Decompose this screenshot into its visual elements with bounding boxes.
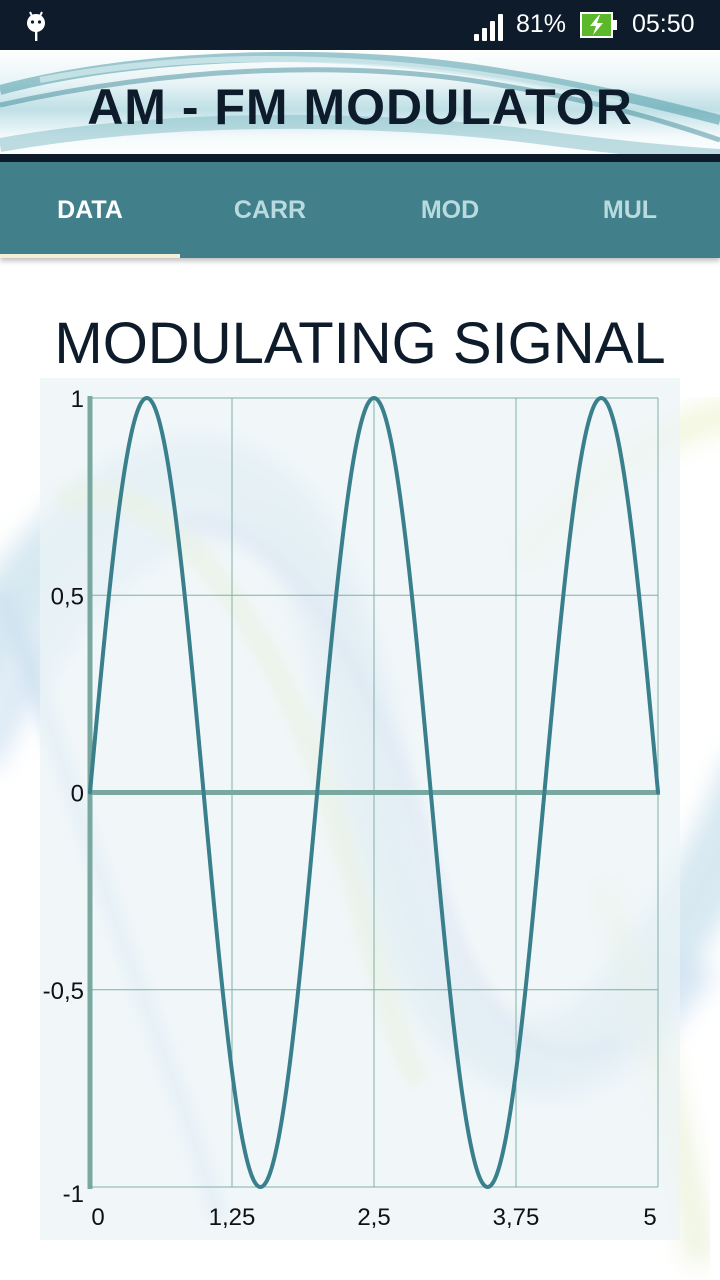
- tab-carr[interactable]: CARR: [180, 162, 360, 258]
- y-tick-label: -1: [63, 1181, 84, 1208]
- modulating-signal-chart: 0 1,25 2,5 3,75 5 1 0,5 0 -0,5 -1: [43, 386, 660, 1231]
- android-debug-icon: [27, 11, 45, 41]
- x-tick-label: 0: [91, 1204, 104, 1231]
- clock: 05:50: [632, 10, 695, 38]
- battery-charging-icon: [580, 12, 617, 38]
- x-tick-label: 1,25: [209, 1204, 256, 1231]
- tab-bar: DATA CARR MOD MUL: [0, 162, 720, 258]
- y-tick-label: 1: [71, 386, 84, 413]
- status-bar: 81% 05:50: [0, 0, 720, 50]
- tab-mul[interactable]: MUL: [540, 162, 720, 258]
- tick-labels: 0 1,25 2,5 3,75 5 1 0,5 0 -0,5 -1: [43, 386, 657, 1231]
- tab-mod[interactable]: MOD: [360, 162, 540, 258]
- battery-percent: 81%: [516, 10, 567, 38]
- y-tick-label: 0,5: [51, 583, 84, 610]
- app-title: AM - FM MODULATOR: [87, 79, 633, 135]
- cell-signal-icon: [474, 14, 503, 41]
- x-tick-label: 3,75: [493, 1204, 540, 1231]
- x-tick-label: 2,5: [357, 1204, 390, 1231]
- banner-divider: [0, 154, 720, 162]
- y-tick-label: 0: [71, 781, 84, 808]
- active-tab-indicator: [0, 254, 180, 258]
- tab-data[interactable]: DATA: [0, 162, 180, 258]
- y-tick-label: -0,5: [43, 978, 84, 1005]
- app-banner: AM - FM MODULATOR: [0, 50, 720, 158]
- x-tick-label: 5: [643, 1204, 656, 1231]
